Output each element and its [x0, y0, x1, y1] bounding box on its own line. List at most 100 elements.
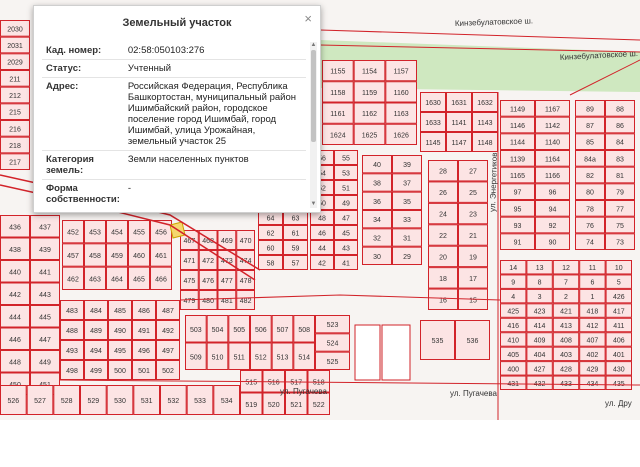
parcel-number-label: 1145 — [425, 140, 440, 147]
parcel-number-label: 430 — [613, 366, 625, 373]
parcel-number-label: 11 — [589, 265, 596, 272]
parcel-number-label: 489 — [90, 328, 102, 335]
parcel-number-label: 1159 — [362, 90, 377, 97]
popup-scrollbar[interactable]: ▲ ▼ — [310, 42, 317, 208]
road-edge — [319, 29, 640, 41]
parcel-number-label: 1160 — [394, 90, 409, 97]
parcel-number-label: 510 — [212, 354, 224, 361]
street-label: ул. Пугачева — [280, 387, 327, 396]
parcel-number-label: 1147 — [451, 140, 466, 147]
parcel-number-label: 445 — [39, 314, 51, 321]
parcel-number-label: 9 — [511, 280, 515, 287]
parcel-number-label: 5 — [617, 280, 621, 287]
parcel-number-label: 534 — [221, 398, 233, 405]
parcel-number-label: 409 — [534, 337, 546, 344]
info-value: Земли населенных пунктов — [123, 150, 306, 180]
parcel-number-label: 1625 — [362, 132, 378, 139]
parcel-number-label: 406 — [613, 337, 625, 344]
parcel-number-label: 17 — [469, 276, 477, 283]
parcel-number-label: 525 — [327, 359, 339, 366]
parcel-number-label: 449 — [39, 359, 51, 366]
info-row: Категория земель: Земли населенных пункто… — [42, 150, 306, 180]
parcel-number-label: 89 — [586, 106, 594, 113]
parcel-number-label: 33 — [403, 217, 411, 224]
parcel-number-label: 509 — [190, 354, 202, 361]
parcel-number-label: 74 — [586, 240, 594, 247]
scroll-up-icon[interactable]: ▲ — [310, 42, 317, 49]
parcel-number-label: 517 — [290, 379, 302, 386]
parcel-number-label: 464 — [111, 276, 123, 283]
parcel-number-label: 7 — [564, 280, 568, 287]
parcel-number-label: 95 — [514, 206, 522, 213]
parcel-number-label: 64 — [267, 216, 275, 223]
parcel-number-label: 21 — [469, 233, 477, 240]
parcel-number-label: 88 — [616, 106, 624, 113]
parcel-number-label: 487 — [162, 308, 174, 315]
street-label: ул. Энергетиков — [488, 152, 499, 212]
parcel-number-label: 527 — [34, 398, 46, 405]
info-value: - — [123, 179, 306, 208]
parcel-number-label: 1162 — [362, 111, 377, 118]
parcel-number-label: 416 — [507, 323, 519, 330]
parcel-number-label: 535 — [432, 338, 444, 345]
parcel-number-label: 87 — [586, 123, 594, 130]
info-value: Российская Федерация, Республика Башкорт… — [123, 77, 306, 151]
parcel-number-label: 413 — [560, 323, 572, 330]
parcel-number-label: 532 — [167, 398, 179, 405]
parcel-number-label: 426 — [613, 294, 625, 301]
close-icon[interactable]: × — [304, 12, 312, 25]
parcel-number-label: 48 — [318, 216, 326, 223]
parcel-number-label: 212 — [9, 93, 21, 100]
scrollbar-thumb[interactable] — [311, 50, 316, 142]
popup-body[interactable]: Кад. номер: 02:58:050103:276 Статус: Учтенн… — [42, 42, 306, 208]
parcel-number-label: 505 — [233, 327, 245, 334]
parcel-number-label: 34 — [373, 217, 381, 224]
parcel-number-label: 439 — [39, 247, 51, 254]
parcel-number-label: 4 — [511, 294, 515, 301]
info-row: Статус: Учтенный — [42, 59, 306, 78]
parcel-number-label: 471 — [184, 258, 196, 265]
parcel-number-label: 463 — [89, 276, 101, 283]
parcel-number-label: 500 — [114, 368, 126, 375]
parcel-number-label: 404 — [534, 352, 546, 359]
parcel-number-label: 427 — [534, 366, 546, 373]
parcel-number-label: 86 — [616, 123, 624, 130]
parcel-number-label: 411 — [613, 323, 624, 330]
scroll-down-icon[interactable]: ▼ — [310, 201, 317, 208]
parcel-number-label: 45 — [342, 231, 350, 238]
parcel-number-label: 522 — [313, 402, 325, 409]
parcel-number-label: 462 — [67, 276, 79, 283]
parcel-number-label: 529 — [87, 398, 99, 405]
parcel-number-label: 531 — [141, 398, 153, 405]
parcel-number-label: 1 — [590, 294, 594, 301]
parcel-number-label: 506 — [255, 327, 267, 334]
parcel-number-label: 75 — [616, 223, 624, 230]
parcel-number-label: 477 — [221, 278, 233, 285]
parcel-number-label: 528 — [61, 398, 73, 405]
parcel-number-label: 479 — [184, 298, 196, 305]
parcel-number-label: 46 — [318, 231, 326, 238]
parcel[interactable] — [354, 324, 381, 381]
parcel-number-label: 57 — [292, 261, 300, 268]
parcel-number-label: 90 — [549, 240, 557, 247]
popup-title: Земельный участок — [122, 17, 232, 29]
parcel-number-label: 475 — [184, 278, 196, 285]
parcel-number-label: 523 — [327, 322, 339, 329]
parcel-number-label: 504 — [212, 327, 224, 334]
parcel-number-label: 421 — [560, 309, 572, 316]
parcel-number-label: 49 — [342, 201, 350, 208]
parcel-number-label: 425 — [507, 309, 519, 316]
parcel-number-label: 1164 — [545, 156, 560, 163]
parcel-number-label: 530 — [114, 398, 126, 405]
parcel-number-label: 84 — [616, 140, 624, 147]
parcel-info-popup: Земельный участок × Кад. номер: 02:58:050… — [33, 5, 321, 213]
parcel-number-label: 1166 — [545, 173, 560, 180]
parcel-number-label: 472 — [202, 258, 214, 265]
parcel[interactable] — [381, 324, 411, 381]
info-key: Адрес: — [42, 77, 124, 151]
parcel-number-label: 80 — [586, 190, 594, 197]
parcel-number-label: 27 — [469, 169, 477, 176]
info-value: 02:58:050103:276 — [123, 42, 306, 60]
parcel-number-label: 29 — [403, 254, 411, 261]
parcel-number-label: 444 — [9, 314, 21, 321]
